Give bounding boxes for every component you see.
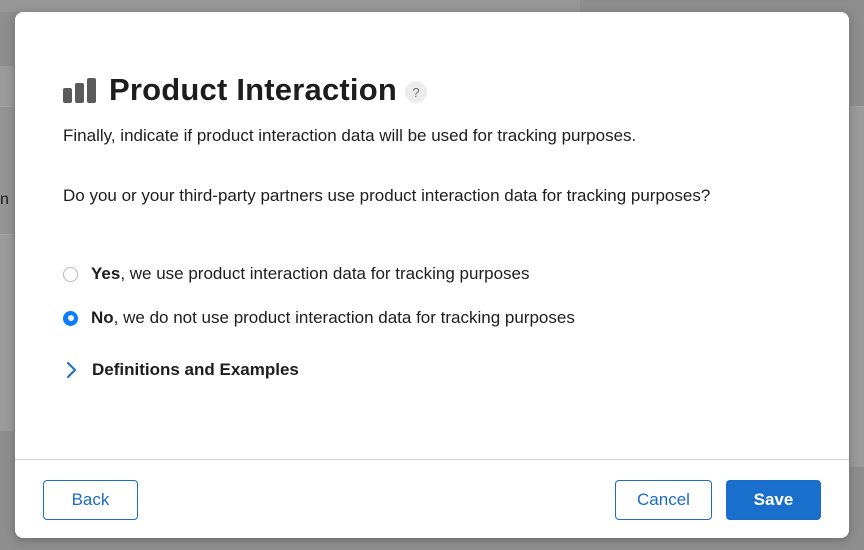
dialog-title: Product Interaction	[109, 72, 397, 107]
bar-chart-icon	[63, 77, 96, 103]
cancel-button[interactable]: Cancel	[615, 480, 712, 520]
definitions-label: Definitions and Examples	[92, 360, 299, 379]
background-app-panel	[0, 66, 14, 106]
background-app-strip	[0, 0, 580, 12]
radio-yes[interactable]	[63, 266, 78, 282]
back-button[interactable]: Back	[43, 480, 138, 520]
radio-no[interactable]	[63, 310, 78, 326]
definitions-disclosure[interactable]: Definitions and Examples	[64, 360, 299, 380]
dialog-footer: Back Cancel Save	[15, 459, 849, 539]
background-app-panel	[0, 234, 14, 431]
help-icon[interactable]: ?	[405, 81, 427, 103]
save-button[interactable]: Save	[726, 480, 821, 520]
background-partial-text: n	[0, 191, 9, 208]
option-no[interactable]: No, we do not use product interaction da…	[63, 308, 575, 328]
option-yes[interactable]: Yes, we use product interaction data for…	[63, 264, 529, 284]
background-app-panel	[0, 106, 14, 235]
question-text: Do you or your third-party partners use …	[63, 186, 711, 205]
chevron-right-icon	[67, 362, 76, 378]
product-interaction-dialog: Product Interaction ? Finally, indicate …	[15, 12, 849, 538]
option-no-label: No, we do not use product interaction da…	[91, 308, 575, 327]
option-yes-label: Yes, we use product interaction data for…	[91, 264, 530, 283]
dialog-header: Product Interaction ?	[63, 70, 427, 110]
intro-text: Finally, indicate if product interaction…	[63, 126, 637, 145]
background-app-panel	[850, 106, 864, 467]
